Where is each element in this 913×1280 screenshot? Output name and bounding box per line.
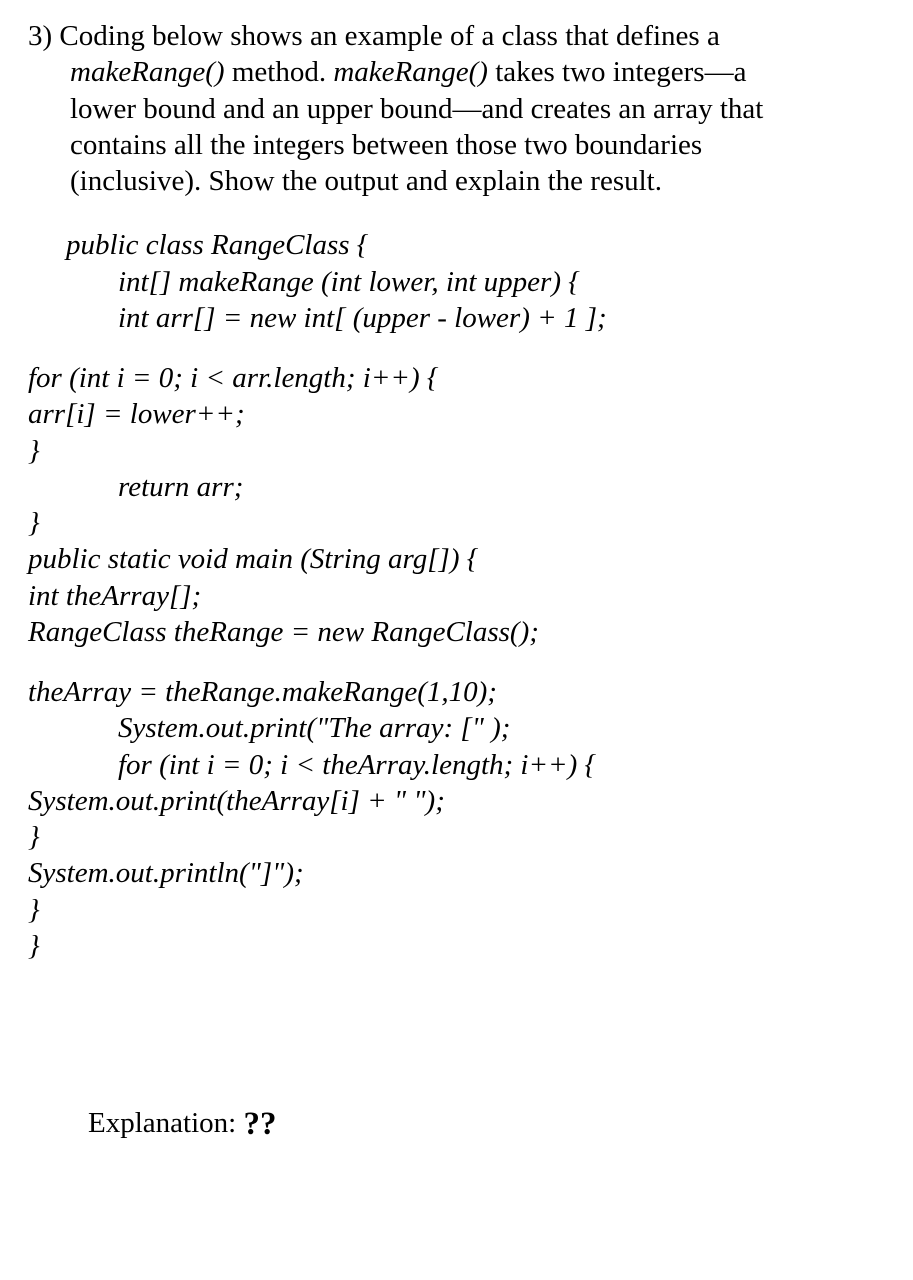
code-line: public class RangeClass {	[28, 227, 885, 263]
question-text-1: Coding below shows an example of a class…	[59, 20, 719, 52]
question-block: 3) Coding below shows an example of a cl…	[28, 18, 885, 199]
code-line: int[] makeRange (int lower, int upper) {	[28, 264, 885, 300]
code-line: System.out.println("]");	[28, 855, 885, 891]
code-line: }	[28, 928, 885, 964]
code-line: }	[28, 892, 885, 928]
explanation-block: Explanation: ??	[28, 1104, 885, 1145]
code-line: System.out.print(theArray[i] + " ");	[28, 783, 885, 819]
code-block-2: for (int i = 0; i < arr.length; i++) { a…	[28, 360, 885, 650]
code-line: public static void main (String arg[]) {	[28, 541, 885, 577]
code-line: System.out.print("The array: [" );	[28, 710, 885, 746]
code-line: for (int i = 0; i < theArray.length; i++…	[28, 747, 885, 783]
question-line-1: 3) Coding below shows an example of a cl…	[28, 18, 885, 54]
code-line: theArray = theRange.makeRange(1,10);	[28, 674, 885, 710]
question-number: 3)	[28, 20, 52, 52]
code-line: RangeClass theRange = new RangeClass();	[28, 614, 885, 650]
question-text-3: lower bound and an upper bound—and creat…	[70, 93, 763, 125]
code-block-1: public class RangeClass { int[] makeRang…	[28, 227, 885, 336]
question-text-5: (inclusive). Show the output and explain…	[70, 165, 662, 197]
code-block-3: theArray = theRange.makeRange(1,10); Sys…	[28, 674, 885, 964]
question-text-2a: method.	[225, 56, 334, 88]
question-line-4: contains all the integers between those …	[28, 127, 885, 163]
code-line: }	[28, 819, 885, 855]
code-line: int theArray[];	[28, 578, 885, 614]
question-line-5: (inclusive). Show the output and explain…	[28, 163, 885, 199]
code-line: }	[28, 505, 885, 541]
question-text-2b: takes two integers—a	[488, 56, 747, 88]
question-text-4: contains all the integers between those …	[70, 129, 702, 161]
code-line: return arr;	[28, 469, 885, 505]
method-name-2: makeRange()	[333, 56, 488, 88]
code-line: arr[i] = lower++;	[28, 396, 885, 432]
method-name-1: makeRange()	[70, 56, 225, 88]
code-line: for (int i = 0; i < arr.length; i++) {	[28, 360, 885, 396]
explanation-placeholder: ??	[243, 1106, 276, 1142]
code-line: }	[28, 433, 885, 469]
code-line: int arr[] = new int[ (upper - lower) + 1…	[28, 300, 885, 336]
question-line-3: lower bound and an upper bound—and creat…	[28, 91, 885, 127]
explanation-label: Explanation:	[88, 1107, 236, 1139]
question-line-2: makeRange() method. makeRange() takes tw…	[28, 54, 885, 90]
